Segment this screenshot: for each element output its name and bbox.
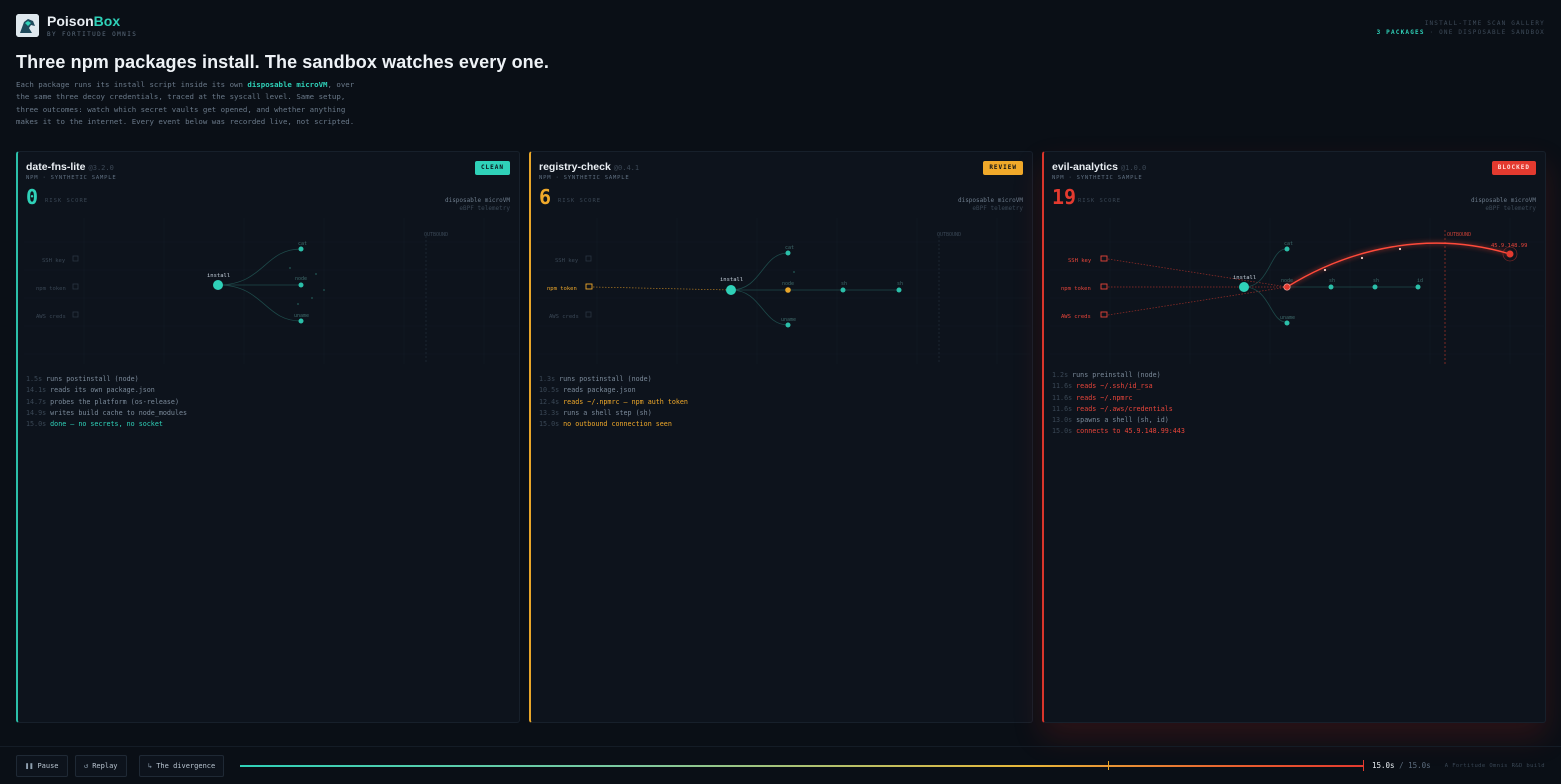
exfil-connection-line (1286, 242, 1511, 288)
log-entry: 14.1s reads its own package.json (26, 386, 155, 395)
risk-score-label: RISK SCORE (558, 198, 602, 204)
log-entry: 13.3s runs a shell step (sh) (539, 408, 652, 417)
svg-text:id: id (1417, 278, 1423, 284)
cred-aws-label: AWS creds (549, 314, 579, 320)
outbound-label: OUTBOUND (937, 232, 961, 238)
log-entry: 1.5s runs postinstall (node) (26, 375, 139, 383)
svg-text:uname: uname (781, 317, 796, 323)
playhead-marker[interactable] (1363, 760, 1364, 771)
event-log: 1.2s runs preinstall (node) 11.6s reads ~/… (1052, 370, 1185, 438)
package-source: NPM · SYNTHETIC SAMPLE (539, 175, 630, 181)
log-entry: 12.4s reads ~/.npmrc — npm auth token (539, 397, 688, 406)
cred-ssh-label: SSH key (555, 258, 579, 264)
replay-button[interactable]: ↺ Replay (75, 755, 127, 777)
pause-icon: ❚❚ (25, 762, 34, 770)
log-entry: 10.5s reads package.json (539, 386, 636, 395)
outbound-label: OUTBOUND (424, 232, 448, 238)
vault-npm-opened-icon (585, 283, 593, 290)
status-badge: BLOCKED (1491, 161, 1536, 175)
cred-aws-label: AWS creds (1061, 314, 1091, 320)
risk-score: 0 (26, 185, 39, 209)
log-entry: 1.3s runs postinstall (node) (539, 375, 652, 383)
sandbox-info: disposable microVM eBPF telemetry (444, 197, 510, 212)
log-entry: 15.0s done — no secrets, no socket (26, 420, 163, 429)
gallery-info: INSTALL-TIME SCAN GALLERY 3 PACKAGES · O… (1376, 20, 1545, 36)
svg-text:cat: cat (785, 245, 794, 251)
install-node-label: install (720, 277, 743, 283)
sandbox-info: disposable microVM eBPF telemetry (1470, 197, 1536, 212)
divergence-icon: ↳ (148, 762, 153, 770)
package-source: NPM · SYNTHETIC SAMPLE (1052, 175, 1143, 181)
outbound-label: OUTBOUND (1447, 232, 1471, 238)
svg-text:node: node (1281, 278, 1293, 284)
risk-score: 19 (1052, 185, 1077, 209)
log-entry: 14.7s probes the platform (os-release) (26, 397, 179, 406)
status-badge: CLEAN (474, 161, 510, 175)
log-entry: 11.6s reads ~/.aws/credentials (1052, 404, 1173, 413)
remote-host-node (1506, 250, 1514, 258)
svg-text:cat: cat (1284, 241, 1293, 247)
package-source: NPM · SYNTHETIC SAMPLE (26, 175, 117, 181)
svg-text:node: node (782, 281, 794, 287)
package-name: date-fns-lite @3.2.0 (26, 161, 114, 173)
divergence-marker[interactable] (1108, 761, 1109, 770)
cred-npm-label: npm token (547, 286, 577, 292)
package-name: registry-check @0.4.1 (539, 161, 640, 173)
timeline-scrubber[interactable] (240, 765, 1364, 767)
log-entry: 14.9s writes build cache to node_modules (26, 408, 188, 417)
playback-time: 15.0s / 15.0s (1372, 761, 1431, 770)
log-entry: 11.6s reads ~/.npmrc (1052, 393, 1133, 402)
package-name: evil-analytics @1.0.0 (1052, 161, 1147, 173)
package-panel-date-fns-lite: date-fns-lite @3.2.0 NPM · SYNTHETIC SAMP… (16, 151, 520, 723)
svg-text:uname: uname (1280, 315, 1295, 321)
syscall-graph: OUTBOUND SSH key npm token AWS creds ins… (1050, 218, 1544, 364)
log-entry: 15.0s connects to 45.9.148.99:443 (1052, 427, 1185, 436)
log-entry: 15.0s no outbound connection seen (539, 420, 672, 429)
brand-subtitle: BY FORTITUDE OMNIS (47, 31, 138, 38)
cred-aws-label: AWS creds (36, 314, 66, 320)
log-entry: 11.6s reads ~/.ssh/id_rsa (1052, 382, 1153, 391)
vault-opened-icons (1100, 255, 1108, 318)
syscall-graph: OUTBOUND SSH key npm token AWS creds ins… (537, 218, 1031, 364)
sandbox-info: disposable microVM eBPF telemetry (957, 197, 1023, 212)
cred-ssh-label: SSH key (42, 258, 66, 264)
syscall-graph: OUTBOUND SSH key npm token AWS creds ins… (24, 218, 518, 364)
replay-icon: ↺ (84, 762, 89, 770)
svg-text:sh: sh (1373, 278, 1379, 284)
cred-npm-label: npm token (36, 286, 66, 292)
pause-button[interactable]: ❚❚ Pause (16, 755, 68, 777)
cred-npm-label: npm token (1061, 286, 1091, 292)
intro-text: Each package runs its install script ins… (16, 80, 355, 126)
status-badge: REVIEW (983, 161, 1023, 175)
svg-text:sh: sh (841, 281, 847, 287)
playback-bar: ❚❚ Pause ↺ Replay ↳ The divergence 15.0s… (0, 746, 1561, 784)
package-panel-registry-check: registry-check @0.4.1 NPM · SYNTHETIC SAM… (529, 151, 1033, 723)
package-panel-evil-analytics: evil-analytics @1.0.0 NPM · SYNTHETIC SAM… (1042, 151, 1546, 723)
svg-text:cat: cat (298, 241, 307, 247)
event-log: 1.3s runs postinstall (node) 10.5s reads p… (539, 374, 688, 430)
cred-ssh-label: SSH key (1068, 258, 1092, 264)
page-title: Three npm packages install. The sandbox … (16, 52, 549, 72)
brand: PoisonBox BY FORTITUDE OMNIS (16, 13, 137, 38)
brand-name: PoisonBox (47, 13, 121, 29)
build-credit: A Fortitude Omnis R&D build (1444, 763, 1545, 769)
divergence-button[interactable]: ↳ The divergence (139, 755, 225, 777)
risk-score-label: RISK SCORE (45, 198, 89, 204)
svg-text:sh: sh (1329, 278, 1335, 284)
log-entry: 13.0s spawns a shell (sh, id) (1052, 416, 1169, 425)
install-node-label: install (1233, 275, 1256, 281)
log-entry: 1.2s runs preinstall (node) (1052, 371, 1161, 379)
vault-icons (72, 255, 79, 318)
remote-ip-label: 45.9.148.99 (1491, 243, 1527, 249)
risk-score: 6 (539, 185, 552, 209)
event-log: 1.5s runs postinstall (node) 14.1s reads i… (26, 374, 187, 430)
svg-text:node: node (295, 276, 307, 282)
install-node-label: install (207, 273, 230, 279)
risk-score-label: RISK SCORE (1078, 198, 1122, 204)
svg-text:sh: sh (897, 281, 903, 287)
poisonbox-logo-icon (16, 14, 39, 37)
svg-text:uname: uname (294, 313, 309, 319)
